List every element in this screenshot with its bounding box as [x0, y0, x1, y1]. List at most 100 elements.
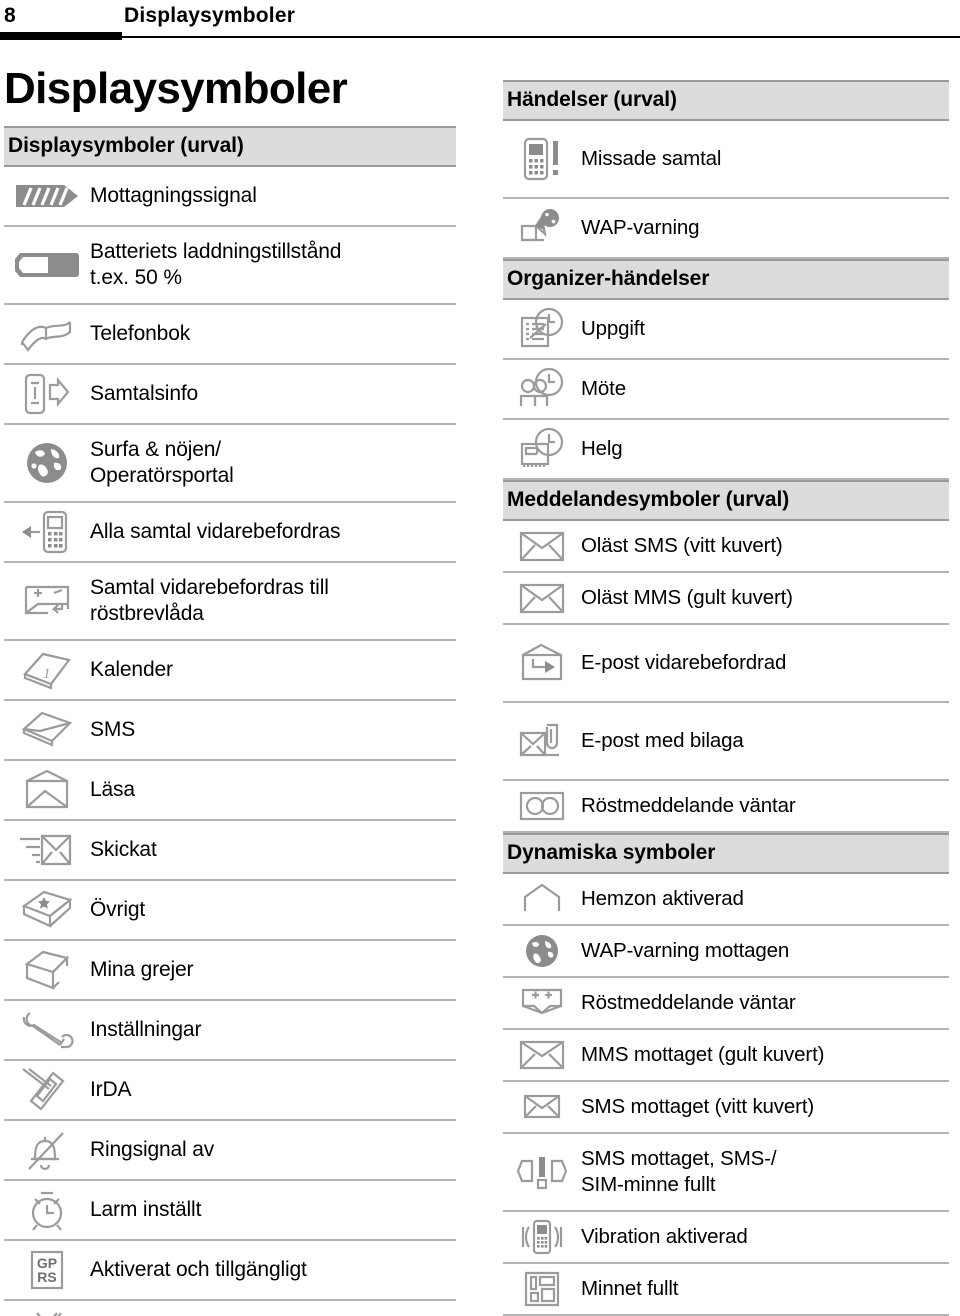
list-item-label: Kalender — [90, 658, 173, 681]
section-header-display-symbols: Displaysymboler (urval) — [4, 126, 456, 167]
list-item: E-post med bilaga — [503, 703, 949, 781]
section-header-message-symbols: Meddelandesymboler (urval) — [503, 480, 949, 521]
list-item-label: Mina grejer — [90, 958, 194, 981]
section-header-dynamic-symbols: Dynamiska symboler — [503, 833, 949, 874]
list-item: Inget nät — [4, 1301, 456, 1316]
irda-icon — [4, 1063, 90, 1117]
svg-text:RS: RS — [37, 1269, 56, 1285]
list-item-label: Inställningar — [90, 1018, 202, 1041]
list-item: Telefonbok — [4, 305, 456, 365]
list-item: Alla samtal vidarebefordras — [4, 503, 456, 563]
list-item: Röstmeddelande väntar — [503, 978, 949, 1030]
read-envelope-icon — [4, 765, 90, 815]
list-item-label: Oläst MMS (gult kuvert) — [581, 586, 793, 609]
alarm-clock-icon — [4, 1183, 90, 1237]
unread-sms-icon — [503, 524, 581, 568]
list-item-label: Surfa & nöjen/ Operatörsportal — [90, 438, 234, 487]
list-item: GP RS Aktiverat och tillgängligt — [4, 1241, 456, 1301]
list-item-label: Samtal vidarebefordras till röstbrevlåda — [90, 576, 329, 625]
list-item: Vibration aktiverad — [503, 1212, 949, 1264]
email-forwarded-icon — [503, 637, 581, 689]
svg-text:1: 1 — [43, 666, 51, 682]
section-header-organizer: Organizer-händelser — [503, 259, 949, 300]
sms-received-icon — [503, 1088, 581, 1126]
meeting-icon — [503, 362, 581, 416]
list-item: Batteriets laddningstillstånd t.ex. 50 % — [4, 227, 456, 305]
list-item: MMS mottaget (gult kuvert) — [503, 1030, 949, 1082]
calendar-icon: 1 — [4, 644, 90, 696]
list-item-label: Vibration aktiverad — [581, 1225, 748, 1248]
list-item: Röstmeddelande väntar — [503, 781, 949, 833]
list-item: Övrigt — [4, 881, 456, 941]
list-item: Samtal vidarebefordras till röstbrevlåda — [4, 563, 456, 641]
missed-call-icon — [503, 131, 581, 187]
divert-to-voicemail-icon — [4, 575, 90, 627]
battery-icon — [4, 244, 90, 286]
list-item: IrDA — [4, 1061, 456, 1121]
vibration-icon — [503, 1213, 581, 1261]
voicemail-icon — [503, 784, 581, 828]
sim-memory-full-icon — [503, 1147, 581, 1197]
wap-alert-icon — [503, 202, 581, 254]
globe-icon — [4, 435, 90, 491]
list-item-label: E-post vidarebefordrad — [581, 651, 787, 674]
list-item-label: Minnet fullt — [581, 1277, 679, 1300]
list-item: Mottagningssignal — [4, 167, 456, 227]
list-item: Läsa — [4, 761, 456, 821]
settings-wrench-icon — [4, 1005, 90, 1055]
my-stuff-folder-icon — [4, 944, 90, 996]
list-item-label: Hemzon aktiverad — [581, 887, 744, 910]
list-item: Missade samtal — [503, 121, 949, 199]
list-item-label: SMS — [90, 718, 136, 741]
list-item-label: Möte — [581, 377, 626, 400]
call-info-icon — [4, 367, 90, 421]
other-box-icon — [4, 884, 90, 936]
list-item-label: MMS mottaget (gult kuvert) — [581, 1043, 825, 1066]
sms-icon — [4, 705, 90, 755]
section-header-events: Händelser (urval) — [503, 80, 949, 121]
list-item: SMS mottaget, SMS-/ SIM-minne fullt — [503, 1134, 949, 1212]
list-item: SMS mottaget (vitt kuvert) — [503, 1082, 949, 1134]
memory-full-icon — [503, 1265, 581, 1313]
list-item-label: Läsa — [90, 778, 135, 801]
list-item-label: Skickat — [90, 838, 157, 861]
list-item-label: Missade samtal — [581, 147, 722, 170]
wap-received-icon — [503, 928, 581, 974]
list-item-label: Ringsignal av — [90, 1138, 215, 1161]
list-item-label: Batteriets laddningstillstånd t.ex. 50 % — [90, 240, 342, 289]
list-item-label: IrDA — [90, 1078, 132, 1101]
list-item: Samtalsinfo — [4, 365, 456, 425]
signal-strength-icon — [4, 175, 90, 217]
list-item: Surfa & nöjen/ Operatörsportal — [4, 425, 456, 503]
list-item: Larm inställt — [4, 1181, 456, 1241]
chapter-title: Displaysymboler — [124, 4, 296, 27]
page-title: Displaysymboler — [4, 64, 348, 113]
list-item-label: Helg — [581, 437, 623, 460]
list-item: Helg — [503, 420, 949, 480]
phonebook-icon — [4, 308, 90, 360]
gprs-icon: GP RS — [4, 1244, 90, 1296]
list-item-label: SMS mottaget (vitt kuvert) — [581, 1095, 815, 1118]
header-rule-thick — [0, 32, 122, 40]
list-item-label: SMS mottaget, SMS-/ SIM-minne fullt — [581, 1147, 777, 1196]
list-item: E-post vidarebefordrad — [503, 625, 949, 703]
unread-mms-icon — [503, 576, 581, 620]
list-item-label: Övrigt — [90, 898, 146, 921]
list-item: WAP-varning mottagen — [503, 926, 949, 978]
list-item: WAP-varning — [503, 199, 949, 259]
task-icon — [503, 302, 581, 356]
email-attachment-icon — [503, 715, 581, 767]
list-item: Inställningar — [4, 1001, 456, 1061]
list-item-label: E-post med bilaga — [581, 729, 744, 752]
running-head: 8 Displaysymboler — [0, 0, 960, 46]
mms-received-icon — [503, 1034, 581, 1076]
list-item-label: Oläst SMS (vitt kuvert) — [581, 534, 783, 557]
list-item-label: Samtalsinfo — [90, 382, 199, 405]
all-calls-diverted-icon — [4, 504, 90, 560]
header-rule — [0, 36, 960, 38]
list-item-label: Uppgift — [581, 317, 645, 340]
list-item: SMS — [4, 701, 456, 761]
voicemail-waiting-icon — [503, 982, 581, 1024]
list-item: Skickat — [4, 821, 456, 881]
list-item: Oläst MMS (gult kuvert) — [503, 573, 949, 625]
